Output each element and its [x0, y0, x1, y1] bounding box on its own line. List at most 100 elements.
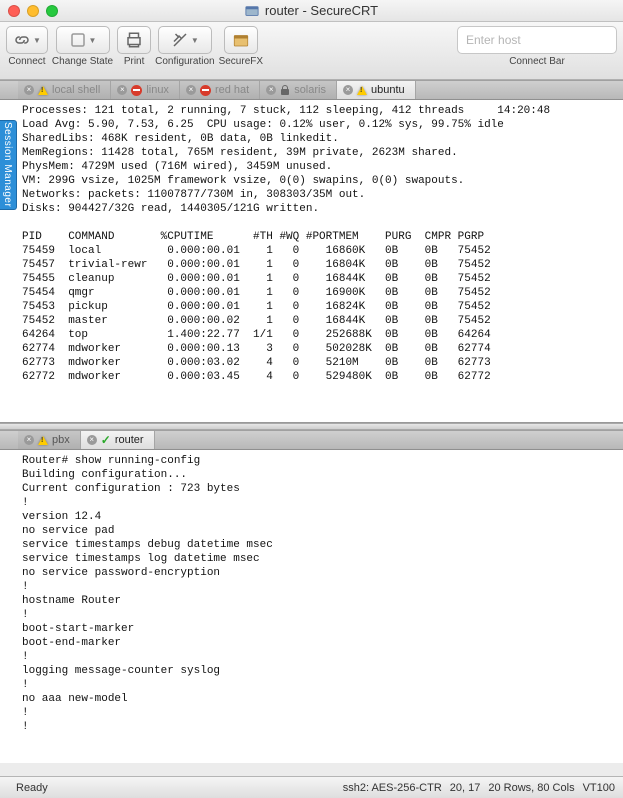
terminal-line: !: [22, 678, 617, 692]
terminal-line: Router# show running-config: [22, 454, 617, 468]
status-ready: Ready: [16, 782, 48, 794]
terminal-line: SharedLibs: 468K resident, 0B data, 0B l…: [22, 132, 617, 146]
statusbar: Ready ssh2: AES-256-CTR 20, 17 20 Rows, …: [0, 776, 623, 798]
terminal-line: version 12.4: [22, 510, 617, 524]
proc-row: 75453 pickup 0.000:00.01 1 0 16824K 0B 0…: [22, 300, 617, 314]
window-title: router - SecureCRT: [0, 3, 623, 18]
terminal-line: !: [22, 580, 617, 594]
terminal-line: Networks: packets: 11007877/730M in, 308…: [22, 188, 617, 202]
proc-row: 64264 top 1.400:22.77 1/1 0 252688K 0B 0…: [22, 328, 617, 342]
tab-label: local shell: [52, 84, 100, 96]
close-icon[interactable]: ×: [24, 435, 34, 445]
connect-bar-label: Connect Bar: [457, 56, 617, 67]
close-window[interactable]: [8, 5, 20, 17]
close-icon[interactable]: ×: [343, 85, 353, 95]
terminal-line: !: [22, 650, 617, 664]
disconnected-icon: [131, 85, 142, 96]
securefx-label: SecureFX: [219, 56, 263, 67]
configuration-label: Configuration: [155, 56, 214, 67]
terminal-line: Disks: 904427/32G read, 1440305/121G wri…: [22, 202, 617, 216]
tab-red-hat[interactable]: × red hat: [180, 81, 260, 99]
tab-solaris[interactable]: × solaris: [260, 81, 337, 99]
connect-label: Connect: [8, 56, 45, 67]
terminal-line: !: [22, 608, 617, 622]
terminal-line: MemRegions: 11428 total, 765M resident, …: [22, 146, 617, 160]
status-term: VT100: [583, 782, 615, 794]
zoom-window[interactable]: [46, 5, 58, 17]
terminal-top[interactable]: Processes: 121 total, 2 running, 7 stuck…: [0, 100, 623, 423]
host-placeholder: Enter host: [466, 33, 521, 47]
proc-row: 75459 local 0.000:00.01 1 0 16860K 0B 0B…: [22, 244, 617, 258]
tools-icon: [171, 31, 189, 49]
chevron-down-icon: ▼: [33, 36, 41, 45]
tab-label: linux: [146, 84, 169, 96]
session-manager-tab[interactable]: Session Manager: [0, 120, 17, 210]
chevron-down-icon: ▼: [191, 36, 199, 45]
tab-label: red hat: [215, 84, 249, 96]
printer-icon: [125, 31, 143, 49]
tab-local-shell[interactable]: × local shell: [18, 81, 111, 99]
tab-label: solaris: [294, 84, 326, 96]
check-icon: ✓: [101, 433, 111, 447]
terminal-line: service timestamps log datetime msec: [22, 552, 617, 566]
terminal-bottom[interactable]: Router# show running-configBuilding conf…: [0, 450, 623, 763]
proc-row: 75454 qmgr 0.000:00.01 1 0 16900K 0B 0B …: [22, 286, 617, 300]
link-icon: [13, 31, 31, 49]
terminal-line: !: [22, 496, 617, 510]
configuration-button[interactable]: ▼: [158, 26, 212, 54]
toolbar: ▼ Connect ▼ Change State Print ▼ Configu…: [0, 22, 623, 80]
tab-router[interactable]: × ✓ router: [81, 431, 155, 449]
app-icon: [245, 4, 259, 18]
close-icon[interactable]: ×: [24, 85, 34, 95]
terminal-line: !: [22, 720, 617, 734]
change-state-icon: [69, 31, 87, 49]
tab-label: ubuntu: [371, 84, 405, 96]
proc-row: 62773 mdworker 0.000:03.02 4 0 5210M 0B …: [22, 356, 617, 370]
status-conn: ssh2: AES-256-CTR: [343, 782, 442, 794]
close-icon[interactable]: ×: [87, 435, 97, 445]
proc-row: 62772 mdworker 0.000:03.45 4 0 529480K 0…: [22, 370, 617, 384]
chevron-down-icon: ▼: [89, 36, 97, 45]
warning-icon: [357, 86, 367, 95]
proc-row: 75457 trivial-rewr 0.000:00.01 1 0 16804…: [22, 258, 617, 272]
disconnected-icon: [200, 85, 211, 96]
minimize-window[interactable]: [27, 5, 39, 17]
status-pos: 20, 17: [450, 782, 481, 794]
titlebar: router - SecureCRT: [0, 0, 623, 22]
tab-linux[interactable]: × linux: [111, 81, 180, 99]
terminal-line: Building configuration...: [22, 468, 617, 482]
tab-label: router: [115, 434, 144, 446]
close-icon[interactable]: ×: [117, 85, 127, 95]
warning-icon: [38, 86, 48, 95]
terminal-line: service timestamps debug datetime msec: [22, 538, 617, 552]
terminal-line: no service pad: [22, 524, 617, 538]
terminal-line: no service password-encryption: [22, 566, 617, 580]
split-handle[interactable]: [0, 423, 623, 430]
terminal-line: hostname Router: [22, 594, 617, 608]
proc-header: PID COMMAND %CPUTIME #TH #WQ #PORTMEM PU…: [22, 230, 617, 244]
tab-pbx[interactable]: ×pbx: [18, 431, 81, 449]
print-button[interactable]: [117, 26, 151, 54]
terminal-line: !: [22, 706, 617, 720]
tabbar-bottom: ×pbx×✓router: [0, 430, 623, 450]
proc-row: 62774 mdworker 0.000:00.13 3 0 502028K 0…: [22, 342, 617, 356]
terminal-line: PhysMem: 4729M used (716M wired), 3459M …: [22, 160, 617, 174]
terminal-line: [22, 216, 617, 230]
securefx-button[interactable]: [224, 26, 258, 54]
tab-ubuntu[interactable]: × ubuntu: [337, 81, 416, 99]
connect-button[interactable]: ▼: [6, 26, 48, 54]
status-size: 20 Rows, 80 Cols: [488, 782, 574, 794]
change-state-button[interactable]: ▼: [56, 26, 110, 54]
close-icon[interactable]: ×: [186, 85, 196, 95]
print-label: Print: [124, 56, 145, 67]
terminal-line: Processes: 121 total, 2 running, 7 stuck…: [22, 104, 617, 118]
lock-icon: [280, 85, 290, 95]
change-state-label: Change State: [52, 56, 113, 67]
terminal-line: Current configuration : 723 bytes: [22, 482, 617, 496]
terminal-line: VM: 299G vsize, 1025M framework vsize, 0…: [22, 174, 617, 188]
terminal-line: boot-start-marker: [22, 622, 617, 636]
host-input[interactable]: Enter host: [457, 26, 617, 54]
window-controls: [8, 5, 58, 17]
close-icon[interactable]: ×: [266, 85, 276, 95]
tabbar-top: × local shell × linux × red hat × solaris × ubunt…: [0, 80, 623, 100]
